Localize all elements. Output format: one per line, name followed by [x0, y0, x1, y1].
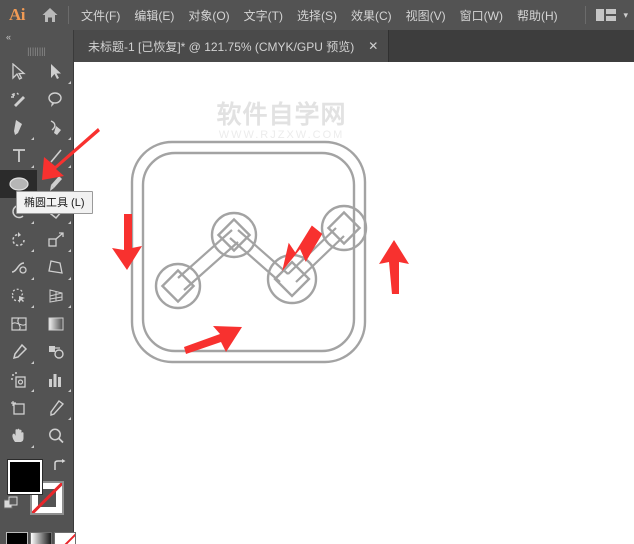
lasso-tool[interactable]: [37, 86, 74, 114]
perspective-grid-tool[interactable]: [37, 282, 74, 310]
menu-bar: Ai 文件(F) 编辑(E) 对象(O) 文字(T) 选择(S) 效果(C) 视…: [0, 0, 634, 30]
magic-wand-tool[interactable]: [0, 86, 37, 114]
curvature-tool[interactable]: [37, 114, 74, 142]
annotation-arrow-3: [379, 240, 409, 294]
home-icon[interactable]: [34, 0, 66, 30]
tool-grid: [0, 58, 74, 450]
tool-flyout-corner: [31, 165, 34, 168]
menu-divider: [68, 6, 69, 24]
gradient-mode-button[interactable]: [30, 532, 52, 544]
rotate-tool[interactable]: [0, 226, 37, 254]
document-tab[interactable]: 未标题-1 [已恢复]* @ 121.75% (CMYK/GPU 预览) ✕: [74, 30, 390, 62]
document-tab-title: 未标题-1 [已恢复]* @ 121.75% (CMYK/GPU 预览): [88, 39, 355, 54]
tool-flyout-corner: [31, 249, 34, 252]
color-mode-buttons: [0, 532, 76, 544]
chart-nodes: [154, 204, 368, 310]
menu-item-edit[interactable]: 编辑(E): [127, 3, 181, 28]
hand-tool[interactable]: [0, 422, 37, 450]
symbol-sprayer-tool[interactable]: [0, 366, 37, 394]
menu-item-file[interactable]: 文件(F): [74, 3, 127, 28]
panel-grip[interactable]: ||||||||: [0, 44, 73, 58]
artboard-tool[interactable]: [0, 394, 37, 422]
tool-flyout-corner: [68, 221, 71, 224]
close-icon[interactable]: ✕: [366, 39, 380, 53]
color-controls: [0, 456, 74, 528]
blend-tool[interactable]: [37, 338, 74, 366]
tool-flyout-corner: [31, 445, 34, 448]
tool-flyout-corner: [31, 137, 34, 140]
column-graph-tool[interactable]: [37, 366, 74, 394]
shape-builder-tool[interactable]: [0, 282, 37, 310]
tool-flyout-corner: [31, 277, 34, 280]
direct-selection-tool[interactable]: [37, 58, 74, 86]
menu-item-type[interactable]: 文字(T): [237, 3, 290, 28]
eyedropper-tool[interactable]: [0, 338, 37, 366]
pen-tool[interactable]: [0, 114, 37, 142]
none-mode-button[interactable]: [54, 532, 76, 544]
annotation-arrow-1: [112, 214, 142, 270]
swap-fill-stroke-icon[interactable]: [52, 458, 68, 477]
menu-item-help[interactable]: 帮助(H): [510, 3, 565, 28]
tool-flyout-corner: [31, 361, 34, 364]
menu-item-select[interactable]: 选择(S): [290, 3, 344, 28]
menu-item-list: 文件(F) 编辑(E) 对象(O) 文字(T) 选择(S) 效果(C) 视图(V…: [74, 3, 565, 28]
tools-panel: « ||||||||: [0, 30, 76, 544]
document-tab-bar: 未标题-1 [已恢复]* @ 121.75% (CMYK/GPU 预览) ✕: [74, 30, 634, 62]
tool-tooltip: 椭圆工具 (L): [16, 191, 93, 214]
mesh-tool[interactable]: [0, 310, 37, 338]
menu-item-view[interactable]: 视图(V): [399, 3, 453, 28]
zoom-tool[interactable]: [37, 422, 74, 450]
collapse-panel-icon[interactable]: «: [0, 30, 73, 44]
tool-flyout-corner: [68, 417, 71, 420]
menu-item-window[interactable]: 窗口(W): [453, 3, 510, 28]
color-mode-button[interactable]: [6, 532, 28, 544]
none-slash-icon: [55, 533, 75, 544]
tool-flyout-corner: [31, 305, 34, 308]
width-tool[interactable]: [0, 254, 37, 282]
artwork-graphic: [112, 140, 409, 364]
app-logo: Ai: [9, 5, 26, 24]
selection-tool[interactable]: [0, 58, 37, 86]
workspace-divider: [585, 6, 587, 24]
tool-flyout-corner: [68, 165, 71, 168]
slice-tool[interactable]: [37, 394, 74, 422]
menu-item-effect[interactable]: 效果(C): [344, 3, 399, 28]
chevron-down-icon[interactable]: ▾: [623, 10, 628, 21]
artboard-canvas[interactable]: 软件自学网 WWW.RJZXW.COM: [74, 62, 634, 544]
default-fill-stroke-icon[interactable]: [3, 496, 20, 517]
tool-flyout-corner: [68, 277, 71, 280]
gradient-tool[interactable]: [37, 310, 74, 338]
illustrator-window: Ai 文件(F) 编辑(E) 对象(O) 文字(T) 选择(S) 效果(C) 视…: [0, 0, 634, 544]
annotation-arrow-2: [282, 225, 323, 272]
type-tool[interactable]: [0, 142, 37, 170]
line-segment-tool[interactable]: [37, 142, 74, 170]
tool-flyout-corner: [68, 137, 71, 140]
tool-flyout-corner: [68, 305, 71, 308]
tool-flyout-corner: [68, 389, 71, 392]
menu-bar-right: ▾: [585, 6, 634, 24]
tool-flyout-corner: [68, 81, 71, 84]
tool-flyout-corner: [31, 389, 34, 392]
tool-flyout-corner: [68, 249, 71, 252]
free-transform-tool[interactable]: [37, 254, 74, 282]
tool-flyout-corner: [31, 221, 34, 224]
workspace-switcher-icon[interactable]: [596, 8, 617, 22]
fill-swatch[interactable]: [8, 460, 42, 494]
menu-item-object[interactable]: 对象(O): [181, 3, 236, 28]
scale-tool[interactable]: [37, 226, 74, 254]
